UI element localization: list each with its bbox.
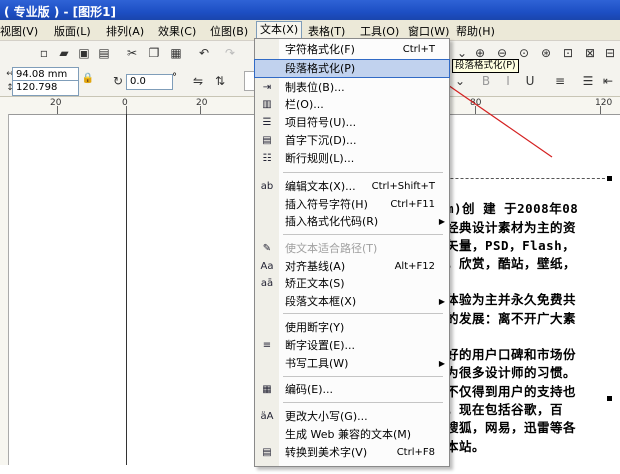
- menu-item[interactable]: ▤ 首字下沉(D)...: [255, 132, 449, 149]
- menu-item[interactable]: aā 矫正文本(S): [255, 275, 449, 292]
- submenu-arrow-icon: ▶: [438, 359, 445, 368]
- menu-item[interactable]: 段落格式化(P): [254, 59, 450, 78]
- menu-item-label: 使文本适合路径(T): [285, 242, 378, 255]
- menu-item-label: 插入格式化代码(R): [285, 215, 379, 228]
- insert-symbol-icon: [259, 197, 275, 212]
- change-case-icon: äA: [260, 411, 274, 422]
- menu-separator: [283, 234, 443, 235]
- menu-item-label: 断行规则(L)...: [285, 152, 355, 165]
- menu-item-label: 矫正文本(S): [285, 277, 345, 290]
- paragraph-format-icon: [259, 61, 275, 76]
- menu-item-label: 转换到美术字(V): [285, 446, 368, 459]
- menu-item-label: 制表位(B)...: [285, 81, 345, 94]
- character-format-icon: [259, 42, 275, 57]
- menu-item-label: 项目符号(U)...: [285, 116, 357, 129]
- menu-shortcut: Ctrl+F8: [396, 447, 435, 458]
- convert-artistic-icon: ▤: [262, 447, 272, 458]
- menu-item[interactable]: 生成 Web 兼容的文本(M): [255, 426, 449, 443]
- tab-stops-icon: ⇥: [262, 82, 272, 93]
- menu-separator: [283, 172, 443, 173]
- menu-separator: [283, 313, 443, 314]
- encoding-icon: ▦: [262, 384, 272, 395]
- bullets-icon: ☰: [262, 117, 272, 128]
- columns-icon: ▥: [262, 99, 272, 110]
- menu-item[interactable]: ab 编辑文本(X)... Ctrl+Shift+T: [255, 178, 449, 195]
- menu-item[interactable]: 段落文本框(X) ▶: [255, 293, 449, 310]
- menu-item-label: 编码(E)...: [285, 383, 334, 396]
- menu-item[interactable]: äA 更改大小写(G)...: [255, 408, 449, 425]
- menu-item-label: 编辑文本(X)...: [285, 180, 356, 193]
- edit-text-icon: ab: [260, 181, 274, 192]
- menu-item[interactable]: Aa 对齐基线(A) Alt+F12: [255, 258, 449, 275]
- menu-item[interactable]: 书写工具(W) ▶: [255, 355, 449, 372]
- menu-shortcut: Ctrl+F11: [390, 199, 435, 210]
- menu-item-label: 栏(O)...: [285, 98, 324, 111]
- menu-item[interactable]: 字符格式化(F) Ctrl+T: [255, 41, 449, 58]
- menu-item-label: 更改大小写(G)...: [285, 410, 368, 423]
- menu-item-label: 插入符号字符(H): [285, 198, 368, 211]
- menu-item[interactable]: ✎ 使文本适合路径(T): [255, 240, 449, 257]
- menu-shortcut: Ctrl+T: [402, 44, 435, 55]
- submenu-arrow-icon: ▶: [438, 297, 445, 306]
- menu-item-label: 生成 Web 兼容的文本(M): [285, 428, 412, 441]
- align-baseline-icon: Aa: [260, 261, 274, 272]
- menu-item-label: 对齐基线(A): [285, 260, 346, 273]
- text-menu-dropdown: 字符格式化(F) Ctrl+T 段落格式化(P) ⇥ 制表位(B)... ▥ 栏(O)...…: [254, 38, 450, 467]
- submenu-arrow-icon: ▶: [438, 217, 445, 226]
- straighten-text-icon: aā: [260, 278, 274, 289]
- menu-shortcut: Alt+F12: [394, 261, 435, 272]
- menu-separator: [283, 376, 443, 377]
- menu-item-label: 段落格式化(P): [285, 62, 356, 75]
- menu-item-label: 首字下沉(D)...: [285, 134, 357, 147]
- line-break-rules-icon: ☷: [262, 153, 272, 164]
- menu-item-label: 书写工具(W): [285, 357, 349, 370]
- tooltip: 段落格式化(P): [452, 59, 519, 73]
- menu-shortcut: Ctrl+Shift+T: [371, 181, 435, 192]
- menu-item[interactable]: ▤ 转换到美术字(V) Ctrl+F8: [255, 444, 449, 461]
- hyphenation-icon: ≡: [262, 340, 272, 351]
- menu-item-label: 断字设置(E)...: [285, 339, 356, 352]
- menu-item[interactable]: ☷ 断行规则(L)...: [255, 150, 449, 167]
- menu-separator: [283, 402, 443, 403]
- menu-item[interactable]: ⇥ 制表位(B)...: [255, 79, 449, 96]
- menu-item[interactable]: 插入符号字符(H) Ctrl+F11: [255, 196, 449, 213]
- menu-item-label: 段落文本框(X): [285, 295, 357, 308]
- drop-cap-icon: ▤: [262, 135, 272, 146]
- menu-item[interactable]: ▥ 栏(O)...: [255, 96, 449, 113]
- menu-item-label: 使用断字(Y): [285, 321, 345, 334]
- fit-text-path-icon: ✎: [262, 243, 272, 254]
- menu-item-label: 字符格式化(F): [285, 43, 355, 56]
- menu-item[interactable]: ▦ 编码(E)...: [255, 381, 449, 398]
- menu-item[interactable]: ≡ 断字设置(E)...: [255, 337, 449, 354]
- menu-item[interactable]: 使用断字(Y): [255, 319, 449, 336]
- menu-item[interactable]: ☰ 项目符号(U)...: [255, 114, 449, 131]
- menu-item[interactable]: 插入格式化代码(R) ▶: [255, 213, 449, 230]
